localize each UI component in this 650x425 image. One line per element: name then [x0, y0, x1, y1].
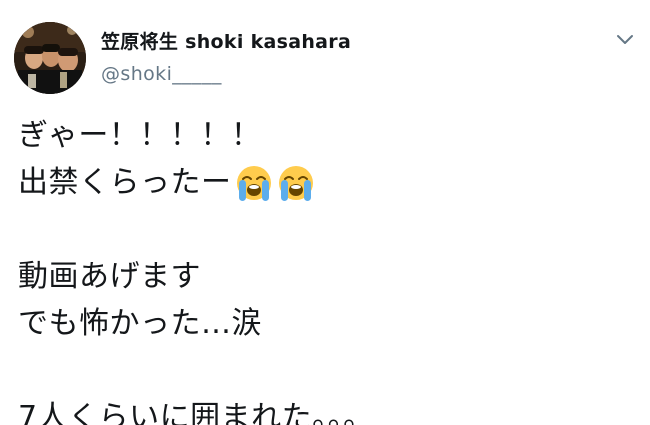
tweet-line: 動画あげます: [18, 259, 201, 294]
chevron-down-icon[interactable]: [612, 28, 638, 50]
loudly-crying-face-icon: [234, 163, 274, 203]
user-info: 笠原将生 shoki kasahara @shoki_____: [101, 28, 363, 88]
tweet-line: でも怖かった…涙: [18, 306, 262, 341]
tweet-line: 出禁くらったー: [18, 165, 232, 200]
tweet-line: 7人くらいに囲まれた。。。: [18, 400, 374, 425]
user-handle[interactable]: @shoki_____: [101, 60, 363, 88]
avatar-photo: [14, 22, 86, 94]
avatar[interactable]: [14, 22, 86, 94]
tweet-line: ぎゃー！！！！！: [18, 118, 262, 153]
tweet-text: ぎゃー！！！！！ 出禁くらったー 動画あげます でも怖かった…涙 7人くらいに囲…: [18, 112, 638, 425]
tweet-line-with-emoji: 出禁くらったー: [18, 159, 638, 206]
tweet-card: 笠原将生 shoki kasahara @shoki_____ ぎゃー！！！！！…: [0, 0, 650, 425]
display-name[interactable]: 笠原将生 shoki kasahara: [101, 28, 363, 56]
loudly-crying-face-icon: [276, 163, 316, 203]
